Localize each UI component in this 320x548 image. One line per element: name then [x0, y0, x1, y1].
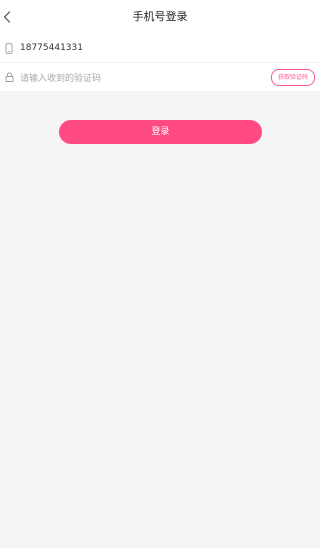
phone-icon [2, 41, 16, 55]
top-bar: 手机号登录 [0, 0, 320, 34]
lock-icon [2, 70, 16, 84]
page-title: 手机号登录 [132, 10, 188, 23]
verification-code-input[interactable]: 请输入收到的验证码 [20, 71, 101, 84]
login-button[interactable]: 登录 [59, 120, 262, 144]
get-code-button[interactable]: 获取验证码 [270, 69, 315, 86]
code-row[interactable]: 请输入收到的验证码 获取验证码 [0, 62, 320, 91]
phone-number-field[interactable]: 18775441331 [20, 43, 83, 53]
phone-row[interactable]: 18775441331 [0, 34, 320, 62]
login-form: 18775441331 请输入收到的验证码 获取验证码 [0, 34, 320, 91]
